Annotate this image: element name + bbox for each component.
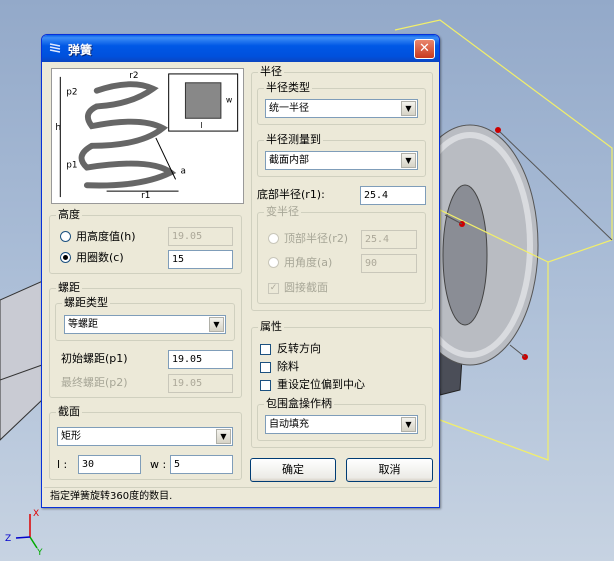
axis-x-label: X bbox=[33, 509, 39, 519]
remove-material-checkbox[interactable] bbox=[260, 362, 271, 373]
variable-radius-title: 变半径 bbox=[264, 205, 301, 219]
label-r1: r1 bbox=[141, 191, 150, 201]
handle-dot[interactable] bbox=[495, 127, 501, 133]
reverse-label[interactable]: 反转方向 bbox=[277, 342, 321, 356]
top-radius-radio[interactable] bbox=[268, 233, 279, 244]
final-pitch-field[interactable]: 19.05 bbox=[168, 374, 233, 393]
round-section-label: 圆接截面 bbox=[284, 281, 328, 294]
radius-group-title: 半径 bbox=[258, 65, 284, 79]
pitch-type-value: 等螺距 bbox=[68, 319, 98, 330]
round-section-checkbox[interactable]: ✓ bbox=[268, 283, 279, 294]
recenter-label[interactable]: 重设定位偏到中心 bbox=[277, 378, 365, 392]
pitch-group-title: 螺距 bbox=[56, 281, 82, 295]
title-bar[interactable]: 弹簧 ✕ bbox=[42, 35, 439, 62]
reverse-checkbox[interactable] bbox=[260, 344, 271, 355]
recenter-checkbox[interactable] bbox=[260, 380, 271, 391]
turns-value-field[interactable]: 15 bbox=[168, 250, 233, 269]
chevron-down-icon[interactable]: ▼ bbox=[401, 417, 416, 432]
axis-y-label: Y bbox=[36, 548, 43, 558]
status-bar: 指定弹簧旋转360度的数目. bbox=[44, 487, 437, 507]
window-title: 弹簧 bbox=[68, 43, 93, 57]
chevron-down-icon[interactable]: ▼ bbox=[401, 101, 416, 116]
spring-dialog: 弹簧 ✕ p2 h p1 r2 r1 a w l 高度 用高度值(h) 19.0… bbox=[41, 34, 440, 508]
radius-measure-value: 截面内部 bbox=[269, 155, 309, 166]
section-shape-value: 矩形 bbox=[61, 431, 81, 442]
label-p2: p2 bbox=[66, 88, 77, 98]
radius-measure-select[interactable]: 截面内部 ▼ bbox=[265, 151, 418, 170]
by-height-label[interactable]: 用高度值(h) bbox=[76, 230, 136, 244]
top-radius-field[interactable]: 25.4 bbox=[361, 230, 417, 249]
label-l: l bbox=[200, 121, 202, 130]
label-w: w bbox=[226, 96, 233, 105]
final-pitch-label: 最终螺距(p2) bbox=[61, 376, 128, 389]
pitch-type-title: 螺距类型 bbox=[62, 296, 110, 310]
cancel-button[interactable]: 取消 bbox=[346, 458, 433, 482]
spring-diagram: p2 h p1 r2 r1 a w l bbox=[51, 68, 244, 204]
axis-z-label: Z bbox=[5, 534, 11, 544]
properties-group-title: 属性 bbox=[258, 320, 284, 334]
section-shape-select[interactable]: 矩形 ▼ bbox=[57, 427, 233, 446]
bbox-handle-select[interactable]: 自动填充 ▼ bbox=[265, 415, 418, 434]
remove-material-label[interactable]: 除料 bbox=[277, 360, 299, 374]
angle-field[interactable]: 90 bbox=[361, 254, 417, 273]
label-r2: r2 bbox=[129, 71, 138, 81]
w-label: w : bbox=[150, 458, 167, 471]
by-height-radio[interactable] bbox=[60, 231, 71, 242]
chevron-down-icon[interactable]: ▼ bbox=[401, 153, 416, 168]
pitch-type-select[interactable]: 等螺距 ▼ bbox=[64, 315, 226, 334]
ok-button[interactable]: 确定 bbox=[250, 458, 336, 482]
bbox-handle-title: 包围盒操作柄 bbox=[264, 397, 334, 411]
axis-triad: X Y Z bbox=[5, 509, 43, 558]
initial-pitch-field[interactable]: 19.05 bbox=[168, 350, 233, 369]
close-button[interactable]: ✕ bbox=[414, 39, 435, 59]
chevron-down-icon[interactable]: ▼ bbox=[209, 317, 224, 332]
spring-icon bbox=[49, 43, 61, 53]
bbox-handle-value: 自动填充 bbox=[269, 419, 309, 430]
radius-type-select[interactable]: 统一半径 ▼ bbox=[265, 99, 418, 118]
top-radius-label: 顶部半径(r2) bbox=[284, 232, 349, 245]
bottom-radius-field[interactable]: 25.4 bbox=[360, 186, 426, 205]
initial-pitch-label: 初始螺距(p1) bbox=[61, 352, 128, 365]
label-a: a bbox=[181, 166, 186, 176]
l-label: l : bbox=[57, 458, 68, 471]
label-h: h bbox=[55, 123, 61, 133]
height-value-field[interactable]: 19.05 bbox=[168, 227, 233, 246]
by-turns-radio[interactable] bbox=[60, 252, 71, 263]
angle-radio[interactable] bbox=[268, 257, 279, 268]
radius-type-title: 半径类型 bbox=[264, 81, 312, 95]
radius-type-value: 统一半径 bbox=[269, 103, 309, 114]
height-group-title: 高度 bbox=[56, 208, 82, 222]
l-field[interactable]: 30 bbox=[78, 455, 141, 474]
radius-measure-title: 半径测量到 bbox=[264, 133, 323, 147]
label-p1: p1 bbox=[66, 161, 77, 171]
angle-label: 用角度(a) bbox=[284, 256, 333, 269]
w-field[interactable]: 5 bbox=[170, 455, 233, 474]
section-group-title: 截面 bbox=[56, 405, 82, 419]
background-solid bbox=[0, 279, 46, 441]
bottom-radius-label: 底部半径(r1): bbox=[257, 188, 325, 201]
by-turns-label[interactable]: 用圈数(c) bbox=[76, 251, 124, 265]
chevron-down-icon[interactable]: ▼ bbox=[216, 429, 231, 444]
